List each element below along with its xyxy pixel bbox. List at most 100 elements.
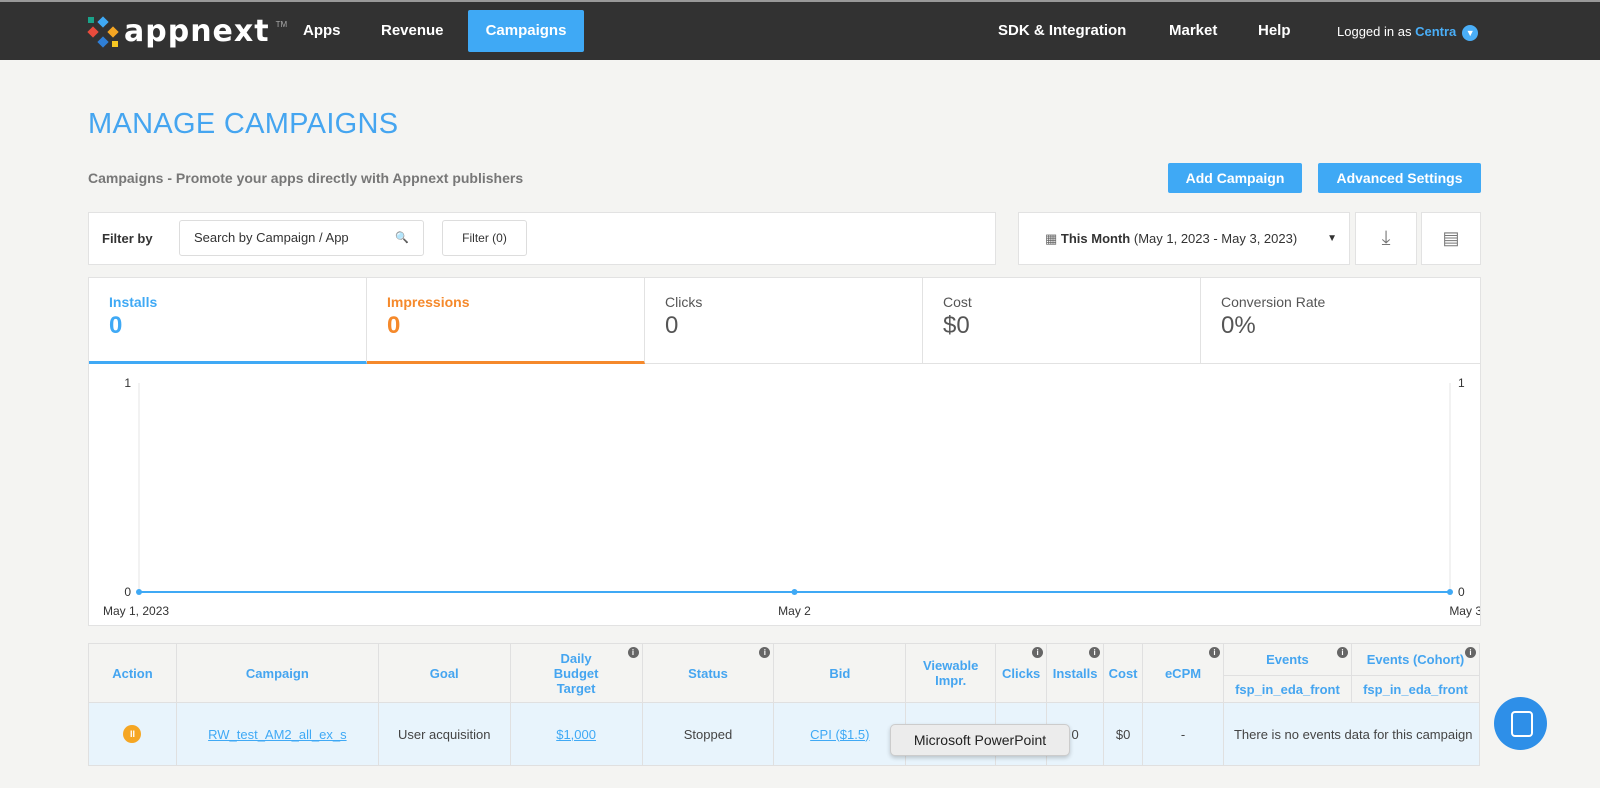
download-icon: ⤓ bbox=[1381, 227, 1391, 249]
goal-cell: User acquisition bbox=[377, 702, 511, 766]
col-status[interactable]: Status i bbox=[641, 643, 775, 703]
logo-icon bbox=[87, 15, 119, 48]
bid-link[interactable]: CPI ($1.5) bbox=[810, 727, 869, 742]
table-row: II RW_test_AM2_all_ex_s User acquisition… bbox=[88, 702, 1481, 766]
col-events-sub[interactable]: fsp_in_eda_front bbox=[1222, 675, 1352, 703]
campaigns-table: Action Campaign Goal Daily Budget Target… bbox=[88, 643, 1481, 766]
appnext-logo[interactable]: appnext TM bbox=[87, 14, 287, 49]
col-goal[interactable]: Goal bbox=[377, 643, 511, 703]
metric-label: Impressions bbox=[387, 294, 470, 310]
add-campaign-button[interactable]: Add Campaign bbox=[1168, 163, 1302, 193]
app-tooltip: Microsoft PowerPoint bbox=[890, 724, 1070, 756]
col-label: eCPM bbox=[1164, 665, 1202, 681]
data-point bbox=[136, 589, 142, 595]
user-menu[interactable]: Logged in as Centra ▼ bbox=[1337, 24, 1479, 41]
info-icon[interactable]: i bbox=[1208, 647, 1220, 658]
chat-launcher-button[interactable] bbox=[1494, 697, 1547, 750]
pause-icon[interactable]: II bbox=[123, 725, 142, 743]
metric-label: Installs bbox=[109, 294, 158, 310]
metric-value: 0 bbox=[665, 312, 679, 339]
col-label: Daily Budget Target bbox=[553, 650, 599, 696]
nav-market[interactable]: Market bbox=[1152, 10, 1234, 52]
date-range: (May 1, 2023 - May 3, 2023) bbox=[1133, 231, 1298, 246]
chevron-down-icon: ▼ bbox=[1462, 24, 1479, 41]
brand-name: appnext bbox=[124, 14, 270, 49]
info-icon[interactable]: i bbox=[1032, 647, 1044, 658]
campaign-link[interactable]: RW_test_AM2_all_ex_s bbox=[208, 727, 347, 742]
metric-tab-clicks[interactable]: Clicks 0 bbox=[645, 278, 923, 364]
col-events[interactable]: Events i bbox=[1222, 643, 1352, 676]
col-bid[interactable]: Bid bbox=[773, 643, 907, 703]
col-action[interactable]: Action bbox=[88, 643, 177, 703]
page-title: MANAGE CAMPAIGNS bbox=[88, 108, 399, 140]
metric-value: 0 bbox=[387, 312, 401, 339]
data-point bbox=[1447, 589, 1453, 595]
nav-help[interactable]: Help bbox=[1241, 10, 1308, 52]
budget-link[interactable]: $1,000 bbox=[556, 727, 596, 742]
y2-tick-label: 1 bbox=[1458, 376, 1465, 390]
top-nav: appnext TM Apps Revenue Campaigns SDK & I… bbox=[0, 0, 1600, 60]
metric-tab-cost[interactable]: Cost $0 bbox=[923, 278, 1201, 364]
col-clicks[interactable]: Clicks i bbox=[995, 643, 1048, 703]
search-icon: 🔍 bbox=[395, 232, 409, 244]
col-label: Installs bbox=[1052, 665, 1098, 681]
advanced-settings-button[interactable]: Advanced Settings bbox=[1318, 163, 1481, 193]
info-icon[interactable]: i bbox=[1089, 647, 1101, 658]
metric-value: $0 bbox=[943, 312, 970, 339]
stats-panel: Installs 0 Impressions 0 Clicks 0 Cost $0 Co… bbox=[88, 277, 1481, 626]
search-placeholder: Search by Campaign / App bbox=[194, 230, 349, 245]
caret-down-icon: ▼ bbox=[1327, 233, 1337, 244]
status-cell: Stopped bbox=[641, 702, 775, 766]
table-columns-icon: ▤ bbox=[1442, 228, 1460, 248]
metric-label: Clicks bbox=[665, 294, 703, 310]
col-campaign[interactable]: Campaign bbox=[175, 643, 379, 703]
download-button[interactable]: ⤓ bbox=[1355, 212, 1417, 265]
col-events-cohort-sub[interactable]: fsp_in_eda_front bbox=[1350, 675, 1481, 703]
filter-button[interactable]: Filter (0) bbox=[442, 220, 527, 256]
col-installs[interactable]: Installs i bbox=[1046, 643, 1105, 703]
metric-value: 0% bbox=[1221, 312, 1256, 339]
y-tick-label: 0 bbox=[124, 585, 131, 599]
calendar-icon: ▦ bbox=[1045, 231, 1058, 246]
metric-label: Cost bbox=[943, 294, 972, 310]
info-icon[interactable]: i bbox=[1336, 647, 1348, 658]
nav-campaigns[interactable]: Campaigns bbox=[468, 10, 584, 52]
info-icon[interactable]: i bbox=[627, 647, 639, 658]
x-tick-label: May 1, 2023 bbox=[103, 604, 169, 618]
ecpm-cell: - bbox=[1142, 702, 1224, 766]
metric-value: 0 bbox=[109, 312, 123, 339]
y2-tick-label: 0 bbox=[1458, 585, 1465, 599]
info-icon[interactable]: i bbox=[1465, 647, 1476, 658]
col-label: Events bbox=[1266, 652, 1309, 667]
col-label: Events (Cohort) bbox=[1366, 652, 1465, 667]
data-point bbox=[791, 589, 798, 595]
filter-bar: Filter by Search by Campaign / App 🔍 Filt… bbox=[88, 212, 996, 265]
col-viewable-impr[interactable]: Viewable Impr. bbox=[905, 643, 997, 703]
date-range-select[interactable]: ▦ This Month (May 1, 2023 - May 3, 2023)… bbox=[1018, 212, 1350, 265]
x-tick-label: May 3 bbox=[1449, 604, 1480, 618]
page-subtitle: Campaigns - Promote your apps directly w… bbox=[88, 170, 524, 186]
col-events-cohort[interactable]: Events (Cohort) i bbox=[1350, 643, 1481, 676]
filter-label: Filter by bbox=[102, 231, 153, 246]
username: Centra bbox=[1415, 24, 1457, 39]
metric-label: Conversion Rate bbox=[1221, 294, 1326, 310]
col-label: Status bbox=[688, 665, 728, 681]
col-ecpm[interactable]: eCPM i bbox=[1142, 643, 1224, 703]
columns-button[interactable]: ▤ bbox=[1421, 212, 1481, 265]
metric-tab-conversion-rate[interactable]: Conversion Rate 0% bbox=[1201, 278, 1481, 364]
col-label: Clicks bbox=[1001, 665, 1041, 681]
events-cell: There is no events data for this campaig… bbox=[1222, 702, 1481, 766]
col-label: Viewable Impr. bbox=[922, 658, 979, 688]
date-preset: This Month bbox=[1060, 231, 1131, 246]
search-input[interactable]: Search by Campaign / App 🔍 bbox=[179, 220, 424, 256]
y-tick-label: 1 bbox=[124, 376, 131, 390]
col-cost[interactable]: Cost bbox=[1103, 643, 1144, 703]
info-icon[interactable]: i bbox=[759, 647, 771, 658]
nav-sdk-integration[interactable]: SDK & Integration bbox=[981, 10, 1143, 52]
nav-revenue[interactable]: Revenue bbox=[364, 10, 461, 52]
col-daily-budget[interactable]: Daily Budget Target i bbox=[509, 643, 643, 703]
nav-apps[interactable]: Apps bbox=[286, 10, 358, 52]
cost-cell: $0 bbox=[1103, 702, 1144, 766]
metric-tab-impressions[interactable]: Impressions 0 bbox=[367, 278, 645, 364]
metric-tab-installs[interactable]: Installs 0 bbox=[89, 278, 367, 364]
